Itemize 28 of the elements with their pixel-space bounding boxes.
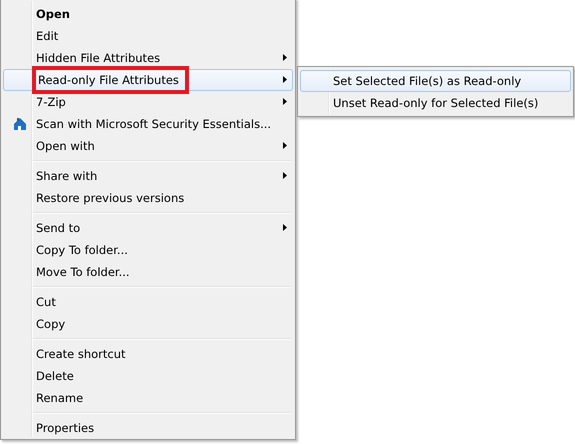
annotation-box: Read-only File Attributes	[32, 66, 189, 94]
menu-item[interactable]: Create shortcut	[3, 343, 293, 365]
menu-item[interactable]: Move To folder...	[3, 261, 293, 283]
menu-item[interactable]: 7-Zip	[3, 91, 293, 113]
menu-item[interactable]: Rename	[3, 387, 293, 409]
submenu-arrow-icon	[283, 172, 287, 179]
menu-item[interactable]: Unset Read-only for Selected File(s)	[300, 92, 571, 114]
menu-item[interactable]: Cut	[3, 291, 293, 313]
submenu-arrow-icon	[283, 76, 287, 83]
submenu-arrow-icon	[283, 142, 287, 149]
menu-item[interactable]: Copy To folder...	[3, 239, 293, 261]
menu-item[interactable]: Copy	[3, 313, 293, 335]
submenu-arrow-icon	[283, 224, 287, 231]
menu-item[interactable]: Open with	[3, 135, 293, 157]
house-icon	[13, 117, 27, 131]
menu-item[interactable]: Edit	[3, 25, 293, 47]
menu-item[interactable]: Scan with Microsoft Security Essentials...	[3, 113, 293, 135]
menu-item[interactable]: Restore previous versions	[3, 187, 293, 209]
menu-item[interactable]: Open	[3, 3, 293, 25]
menu-item[interactable]: Read-only File Attributes	[3, 69, 293, 91]
menu-item[interactable]: Delete	[3, 365, 293, 387]
menu-item[interactable]: Properties	[3, 417, 293, 439]
submenu-arrow-icon	[283, 98, 287, 105]
menu-item[interactable]: Send to	[3, 217, 293, 239]
submenu-arrow-icon	[283, 54, 287, 61]
menu-item[interactable]: Hidden File Attributes	[3, 47, 293, 69]
menu-item[interactable]: Set Selected File(s) as Read-only	[300, 70, 571, 92]
menu-item[interactable]: Share with	[3, 165, 293, 187]
